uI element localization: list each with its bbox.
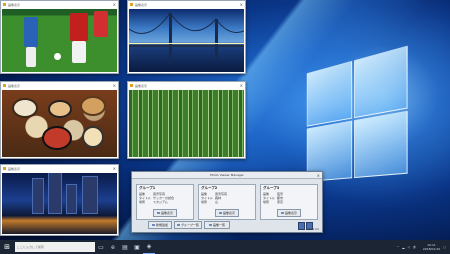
close-button[interactable]: × [240, 2, 243, 7]
button-label: 画像表示 [160, 211, 173, 215]
field-value: スタジアム [153, 200, 168, 204]
title-bar[interactable]: 画像表示 × [128, 82, 245, 89]
volume-icon[interactable]: ◁ [408, 245, 410, 249]
photo-window-forest[interactable]: 画像表示 × [127, 81, 246, 159]
show-image-button[interactable]: 画像表示 [277, 209, 301, 217]
window-title: Photo Viewer Manager [210, 173, 244, 177]
show-image-button[interactable]: 画像表示 [153, 209, 177, 217]
store-icon[interactable]: ▣ [131, 240, 143, 254]
windows-logo-wallpaper [306, 44, 412, 183]
search-input[interactable]: ここに入力して検索 [15, 242, 95, 252]
manager-window[interactable]: Photo Viewer Manager × グループ1 画像 風景写真 タイトル… [131, 171, 323, 233]
ime-icon[interactable]: あ [413, 245, 416, 249]
show-image-button[interactable]: 画像表示 [215, 209, 239, 217]
add-icon [151, 224, 155, 226]
edge-icon[interactable]: e [107, 240, 119, 254]
notification-icon[interactable]: ▢ [443, 245, 446, 249]
button-label: 画像表示 [222, 211, 235, 215]
title-bar[interactable]: 画像表示 × [1, 82, 118, 89]
group-title: グループ3 [263, 186, 280, 190]
app-icon[interactable]: ◈ [143, 240, 155, 254]
soccer-photo [2, 9, 117, 72]
field-value: 山 [215, 200, 219, 204]
add-new-button[interactable]: 新規追加 [148, 221, 172, 229]
app-icon [3, 3, 6, 6]
food-photo [2, 90, 117, 157]
title-bar[interactable]: 画像表示 × [1, 165, 118, 172]
field-value: 東京 [277, 200, 284, 204]
window-title: 画像表示 [135, 83, 148, 88]
button-label: 画像表示 [284, 211, 297, 215]
folder-icon[interactable]: ▤ [119, 240, 131, 254]
field-label: 場所 [139, 200, 146, 204]
photo-window-bridge[interactable]: 画像表示 × [127, 0, 246, 74]
image-icon [280, 212, 284, 214]
city-photo [2, 173, 117, 234]
bridge-photo [129, 9, 244, 72]
taskbar: ⊞ ここに入力して検索 ▭ e ▤ ▣ ◈ ^ ▂ ◁ あ 10:11 2018… [0, 240, 450, 254]
field-label: 場所 [263, 200, 270, 204]
app-icon [130, 84, 133, 87]
windows-logo-icon[interactable]: ⊞ [0, 240, 14, 254]
window-title: 画像表示 [135, 2, 148, 7]
forest-photo [129, 90, 244, 157]
image-icon [156, 212, 160, 214]
title-bar[interactable]: Photo Viewer Manager × [132, 172, 322, 179]
group-1-panel: グループ1 画像 風景写真 タイトル サッカーの試合 場所 スタジアム 画像表示 [136, 184, 194, 220]
window-title: 画像表示 [8, 83, 21, 88]
version-label: Ver 1.0.0 [307, 228, 319, 231]
task-view-icon[interactable]: ▭ [95, 240, 107, 254]
photo-window-soccer[interactable]: 画像表示 × [0, 0, 119, 74]
window-title: 画像表示 [8, 166, 21, 171]
clock[interactable]: 10:11 2018/01/10 [420, 243, 440, 251]
image-icon [218, 212, 222, 214]
close-button[interactable]: × [113, 166, 116, 171]
close-button[interactable]: × [113, 83, 116, 88]
group-title: グループ1 [139, 186, 156, 190]
group-2-panel: グループ2 画像 風景写真 タイトル 森林 場所山 画像表示 [198, 184, 256, 220]
group-title: グループ2 [201, 186, 218, 190]
image-icon [208, 224, 212, 226]
settings-icon[interactable] [298, 222, 305, 230]
button-label: 画像一覧 [212, 223, 225, 227]
search-placeholder: ここに入力して検索 [17, 245, 44, 249]
close-button[interactable]: × [113, 2, 116, 7]
image-list-button[interactable]: 画像一覧 [204, 221, 230, 229]
window-title: 画像表示 [8, 2, 21, 7]
close-button[interactable]: × [317, 173, 320, 178]
title-bar[interactable]: 画像表示 × [128, 1, 245, 8]
app-icon [3, 84, 6, 87]
network-icon[interactable]: ▂ [402, 245, 404, 249]
field-label: 場所 [201, 200, 208, 204]
app-icon [130, 3, 133, 6]
group-3-panel: グループ3 画像 夜景 タイトル 都市 場所 東京 画像表示 [260, 184, 318, 220]
close-button[interactable]: × [240, 83, 243, 88]
app-icon [3, 167, 6, 170]
system-tray: ^ ▂ ◁ あ 10:11 2018/01/10 ▢ [394, 243, 450, 251]
chevron-up-icon[interactable]: ^ [397, 245, 400, 249]
photo-window-food[interactable]: 画像表示 × [0, 81, 119, 159]
button-label: グループ一覧 [181, 223, 199, 227]
button-label: 新規追加 [155, 223, 168, 227]
list-icon [177, 224, 181, 226]
title-bar[interactable]: 画像表示 × [1, 1, 118, 8]
date-text: 2018/01/10 [422, 247, 441, 251]
photo-window-city[interactable]: 画像表示 × [0, 164, 119, 236]
group-list-button[interactable]: グループ一覧 [174, 221, 202, 229]
